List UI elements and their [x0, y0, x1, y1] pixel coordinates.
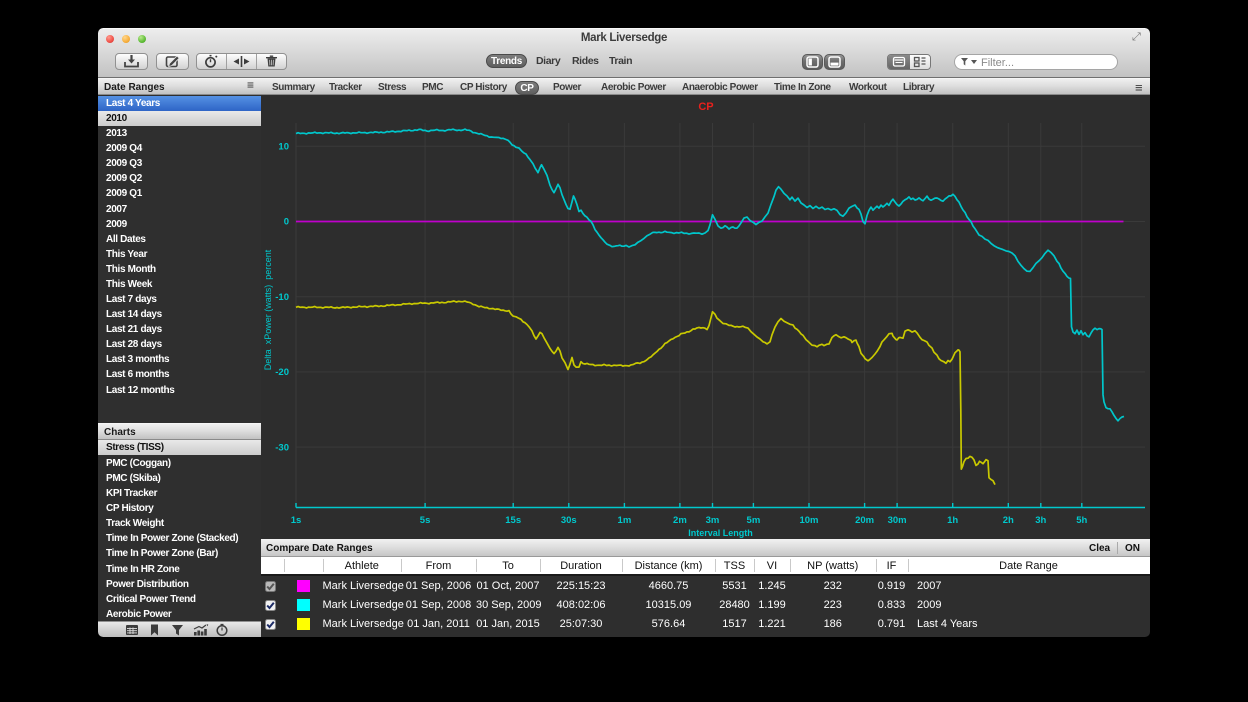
- svg-text:30s: 30s: [561, 515, 577, 526]
- svg-text:20m: 20m: [855, 515, 874, 526]
- svg-text:CP: CP: [698, 101, 713, 113]
- svg-text:0: 0: [284, 217, 289, 228]
- svg-text:-20: -20: [275, 367, 289, 378]
- svg-text:3m: 3m: [706, 515, 720, 526]
- svg-text:5h: 5h: [1076, 515, 1087, 526]
- svg-text:5m: 5m: [747, 515, 761, 526]
- svg-text:3h: 3h: [1035, 515, 1046, 526]
- svg-text:10m: 10m: [799, 515, 818, 526]
- svg-text:Delta xPower (watts) percent: Delta xPower (watts) percent: [263, 249, 273, 370]
- svg-text:15s: 15s: [505, 515, 521, 526]
- svg-text:-30: -30: [275, 442, 289, 453]
- svg-text:5s: 5s: [420, 515, 431, 526]
- svg-text:Interval Length: Interval Length: [688, 528, 753, 538]
- svg-text:2h: 2h: [1003, 515, 1014, 526]
- svg-text:30m: 30m: [888, 515, 907, 526]
- svg-text:-10: -10: [275, 292, 289, 303]
- svg-text:10: 10: [278, 142, 289, 153]
- svg-text:1s: 1s: [291, 515, 302, 526]
- svg-text:1h: 1h: [947, 515, 958, 526]
- svg-text:1m: 1m: [618, 515, 632, 526]
- svg-text:2m: 2m: [673, 515, 687, 526]
